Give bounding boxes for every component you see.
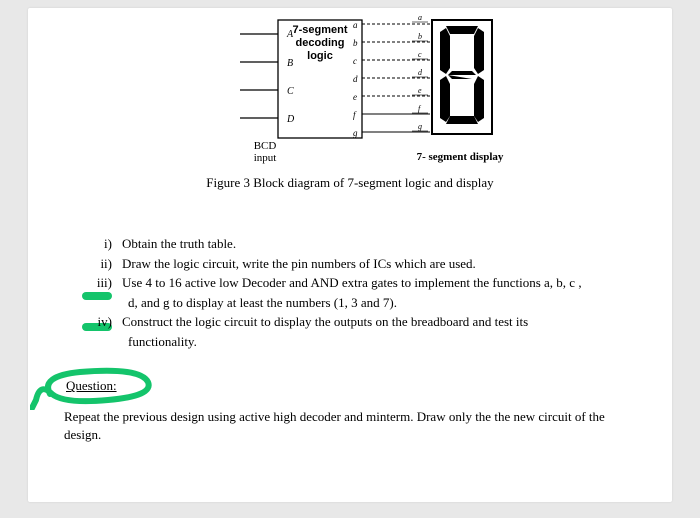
task-i: i) Obtain the truth table. xyxy=(88,235,636,253)
question-label: Question: xyxy=(66,378,117,394)
followup-text: Repeat the previous design using active … xyxy=(64,408,634,443)
task-iii-cont: d, and g to display at least the numbers… xyxy=(88,294,636,312)
task-marker: iv) xyxy=(88,313,112,331)
task-text: Use 4 to 16 active low Decoder and AND e… xyxy=(122,274,636,292)
out-c: c xyxy=(353,56,357,66)
in-C: C xyxy=(287,86,294,97)
pin-f: f xyxy=(418,104,422,113)
task-marker: i) xyxy=(88,235,112,253)
input-label-1: BCD xyxy=(254,140,277,152)
diagram-area: 7-segment decoding logic A B C D BCD inp… xyxy=(64,8,636,191)
pin-a: a xyxy=(418,13,422,22)
task-text: d, and g to display at least the numbers… xyxy=(122,294,636,312)
in-B: B xyxy=(287,58,293,69)
in-A: A xyxy=(286,29,294,40)
pin-g: g xyxy=(418,122,422,131)
task-text: Obtain the truth table. xyxy=(122,235,636,253)
task-iii: iii) Use 4 to 16 active low Decoder and … xyxy=(88,274,636,292)
task-text: Construct the logic circuit to display t… xyxy=(122,313,636,331)
input-label-2: input xyxy=(254,152,277,164)
task-ii: ii) Draw the logic circuit, write the pi… xyxy=(88,255,636,273)
task-marker: ii) xyxy=(88,255,112,273)
task-marker: iii) xyxy=(88,274,112,292)
pin-c: c xyxy=(418,50,422,59)
page: 7-segment decoding logic A B C D BCD inp… xyxy=(28,8,672,502)
task-list: i) Obtain the truth table. ii) Draw the … xyxy=(88,235,636,350)
in-D: D xyxy=(286,114,295,125)
question-area: Question: xyxy=(66,378,636,394)
pin-b: b xyxy=(418,32,422,41)
out-e: e xyxy=(353,92,357,102)
pin-e: e xyxy=(418,86,422,95)
task-iv: iv) Construct the logic circuit to displ… xyxy=(88,313,636,331)
box-title-2: decoding xyxy=(296,37,345,49)
task-text: Draw the logic circuit, write the pin nu… xyxy=(122,255,636,273)
display-caption: 7- segment display xyxy=(417,151,504,163)
task-text: functionality. xyxy=(122,333,636,351)
block-diagram: 7-segment decoding logic A B C D BCD inp… xyxy=(180,12,520,172)
box-title-3: logic xyxy=(307,50,333,62)
pin-d: d xyxy=(418,68,423,77)
out-b: b xyxy=(353,38,358,48)
out-d: d xyxy=(353,74,358,84)
box-title-1: 7-segment xyxy=(292,24,347,36)
out-a: a xyxy=(353,20,358,30)
out-g: g xyxy=(353,128,358,138)
task-iv-cont: functionality. xyxy=(88,333,636,351)
figure-caption: Figure 3 Block diagram of 7-segment logi… xyxy=(206,175,493,191)
